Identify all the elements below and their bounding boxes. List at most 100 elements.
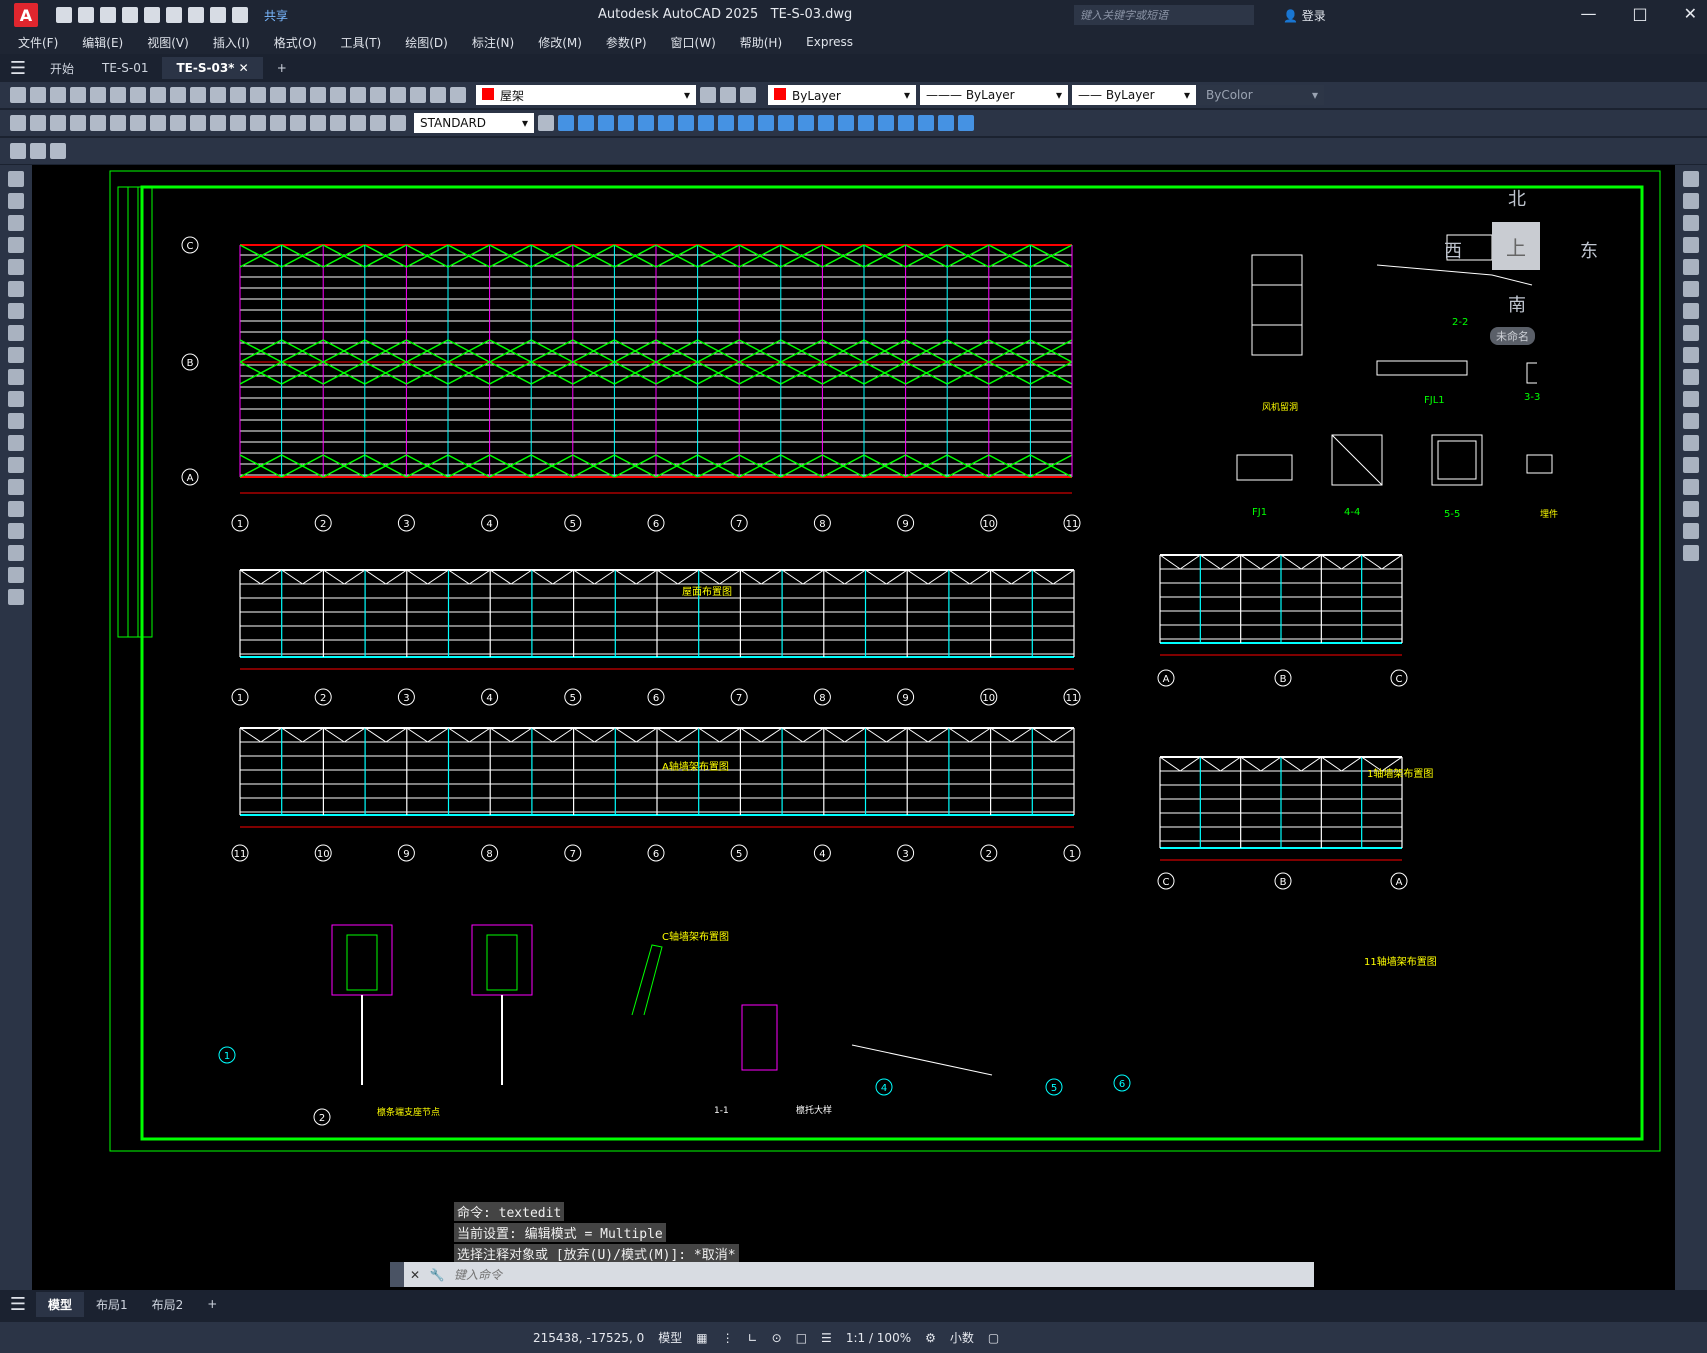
menu-item[interactable]: 文件(F) bbox=[18, 34, 58, 51]
copy-icon[interactable] bbox=[130, 87, 146, 103]
properties-icon[interactable] bbox=[310, 87, 326, 103]
help-search-input[interactable]: 键入关键字或短语 bbox=[1074, 5, 1254, 25]
explode-icon[interactable] bbox=[1683, 545, 1699, 561]
viewcube-north[interactable]: 北 bbox=[1508, 185, 1526, 211]
extend-icon[interactable] bbox=[1683, 391, 1699, 407]
erase-icon[interactable] bbox=[1683, 171, 1699, 187]
tab-te-s-03[interactable]: TE-S-03* ✕ bbox=[162, 57, 263, 79]
line-icon[interactable] bbox=[8, 171, 24, 187]
dim-aligned-icon[interactable] bbox=[30, 115, 46, 131]
ellipse-arc-icon[interactable] bbox=[8, 391, 24, 407]
copy-obj-icon[interactable] bbox=[1683, 193, 1699, 209]
region-icon[interactable] bbox=[8, 523, 24, 539]
layer-properties-icon[interactable] bbox=[450, 87, 466, 103]
quick-dim-icon[interactable] bbox=[170, 115, 186, 131]
hatch-icon[interactable] bbox=[8, 479, 24, 495]
snap-icon[interactable]: ⋮ bbox=[722, 1331, 734, 1345]
layer-state-icon[interactable] bbox=[740, 87, 756, 103]
model-space-toggle[interactable]: 模型 bbox=[658, 1329, 682, 1346]
make-block-icon[interactable] bbox=[8, 435, 24, 451]
array-icon[interactable] bbox=[1683, 259, 1699, 275]
cursor-coordinates[interactable]: 215438, -17525, 0 bbox=[533, 1331, 644, 1345]
linetype-dropdown[interactable]: ——— ByLayer ▾ bbox=[920, 85, 1068, 105]
extra-tool-2-icon[interactable] bbox=[30, 143, 46, 159]
fullscreen-icon[interactable]: ▢ bbox=[988, 1331, 999, 1345]
menu-item[interactable]: 编辑(E) bbox=[82, 34, 123, 51]
menu-item[interactable]: 插入(I) bbox=[213, 34, 250, 51]
redo-tool-icon[interactable] bbox=[210, 87, 226, 103]
menu-hamburger-icon[interactable]: ☰ bbox=[0, 58, 36, 79]
insert-block-icon[interactable] bbox=[8, 413, 24, 429]
saveas-icon[interactable] bbox=[122, 7, 138, 23]
dim-break-icon[interactable] bbox=[250, 115, 266, 131]
help-icon[interactable] bbox=[430, 87, 446, 103]
modify-tool-13-icon[interactable] bbox=[798, 115, 814, 131]
layer-dropdown[interactable]: 屋架 ▾ bbox=[476, 85, 696, 105]
plot-icon[interactable] bbox=[70, 87, 86, 103]
sheetset-icon[interactable] bbox=[370, 87, 386, 103]
modify-tool-9-icon[interactable] bbox=[718, 115, 734, 131]
menu-item[interactable]: 帮助(H) bbox=[740, 34, 782, 51]
ucs-menu[interactable]: 未命名 bbox=[1490, 327, 1535, 345]
rectangle-icon[interactable] bbox=[8, 259, 24, 275]
break-icon[interactable] bbox=[1683, 435, 1699, 451]
rotate-icon[interactable] bbox=[1683, 303, 1699, 319]
viewcube-south[interactable]: 南 bbox=[1508, 291, 1526, 317]
annotation-scale[interactable]: 1:1 / 100% bbox=[846, 1331, 911, 1345]
add-layout-button[interactable]: + bbox=[195, 1293, 229, 1315]
viewcube-west[interactable]: 西 bbox=[1444, 237, 1462, 263]
menu-item[interactable]: Express bbox=[806, 35, 853, 49]
sheet-icon[interactable] bbox=[166, 7, 182, 23]
menu-item[interactable]: 修改(M) bbox=[538, 34, 582, 51]
osnap-icon[interactable]: □ bbox=[796, 1331, 807, 1345]
tolerance-icon[interactable] bbox=[270, 115, 286, 131]
modify-tool-4-icon[interactable] bbox=[618, 115, 634, 131]
preview-icon[interactable] bbox=[90, 87, 106, 103]
tab-te-s-01[interactable]: TE-S-01 bbox=[88, 57, 162, 79]
modify-tool-6-icon[interactable] bbox=[658, 115, 674, 131]
paste-icon[interactable] bbox=[150, 87, 166, 103]
drawing-canvas[interactable]: 1 2 3 4 5 6 7 8 9 10 11 1 2 3 4 5 6 7 8 9 10 11 11 10 9 8 7 6 5 4 3 2 1 C… bbox=[32, 165, 1675, 1290]
menu-item[interactable]: 标注(N) bbox=[472, 34, 514, 51]
modify-tool-8-icon[interactable] bbox=[698, 115, 714, 131]
new-tab-button[interactable]: + bbox=[263, 57, 301, 79]
dim-update-icon[interactable] bbox=[390, 115, 406, 131]
spline-icon[interactable] bbox=[8, 347, 24, 363]
command-line-grip[interactable] bbox=[390, 1262, 404, 1287]
modify-tool-5-icon[interactable] bbox=[638, 115, 654, 131]
customize-icon[interactable]: 🔧 bbox=[426, 1268, 448, 1282]
modify-tool-14-icon[interactable] bbox=[818, 115, 834, 131]
modify-tool-12-icon[interactable] bbox=[778, 115, 794, 131]
menu-item[interactable]: 窗口(W) bbox=[671, 34, 716, 51]
qnew-icon[interactable] bbox=[10, 87, 26, 103]
menu-item[interactable]: 工具(T) bbox=[341, 34, 382, 51]
zoom-previous-icon[interactable] bbox=[290, 87, 306, 103]
save-file-icon[interactable] bbox=[50, 87, 66, 103]
chamfer-icon[interactable] bbox=[1683, 479, 1699, 495]
dim-space-icon[interactable] bbox=[230, 115, 246, 131]
workspace-gear-icon[interactable]: ⚙ bbox=[925, 1331, 936, 1345]
table-icon[interactable] bbox=[8, 545, 24, 561]
maximize-icon[interactable]: □ bbox=[1632, 4, 1647, 23]
close-icon[interactable]: ✕ bbox=[1684, 4, 1697, 23]
units-dropdown[interactable]: 小数 bbox=[950, 1329, 974, 1346]
zoom-window-icon[interactable] bbox=[270, 87, 286, 103]
mirror-icon[interactable] bbox=[1683, 215, 1699, 231]
jogged-linear-icon[interactable] bbox=[330, 115, 346, 131]
inspection-icon[interactable] bbox=[310, 115, 326, 131]
modify-tool-11-icon[interactable] bbox=[758, 115, 774, 131]
modify-tool-17-icon[interactable] bbox=[878, 115, 894, 131]
menu-item[interactable]: 视图(V) bbox=[147, 34, 189, 51]
dim-edit-icon[interactable] bbox=[350, 115, 366, 131]
dim-angular-icon[interactable] bbox=[150, 115, 166, 131]
plotstyle-dropdown[interactable]: ByColor ▾ bbox=[1200, 85, 1324, 105]
dim-arc-icon[interactable] bbox=[50, 115, 66, 131]
login-button[interactable]: 👤 登录 bbox=[1283, 7, 1326, 24]
modify-tool-20-icon[interactable] bbox=[938, 115, 954, 131]
viewcube[interactable]: 北 西 东 南 上 未命名 bbox=[1430, 185, 1640, 345]
modify-tool-1-icon[interactable] bbox=[558, 115, 574, 131]
dim-diameter-icon[interactable] bbox=[130, 115, 146, 131]
grid-icon[interactable]: ▦ bbox=[696, 1331, 707, 1345]
gradient-icon[interactable] bbox=[8, 501, 24, 517]
mtext-icon[interactable] bbox=[8, 567, 24, 583]
